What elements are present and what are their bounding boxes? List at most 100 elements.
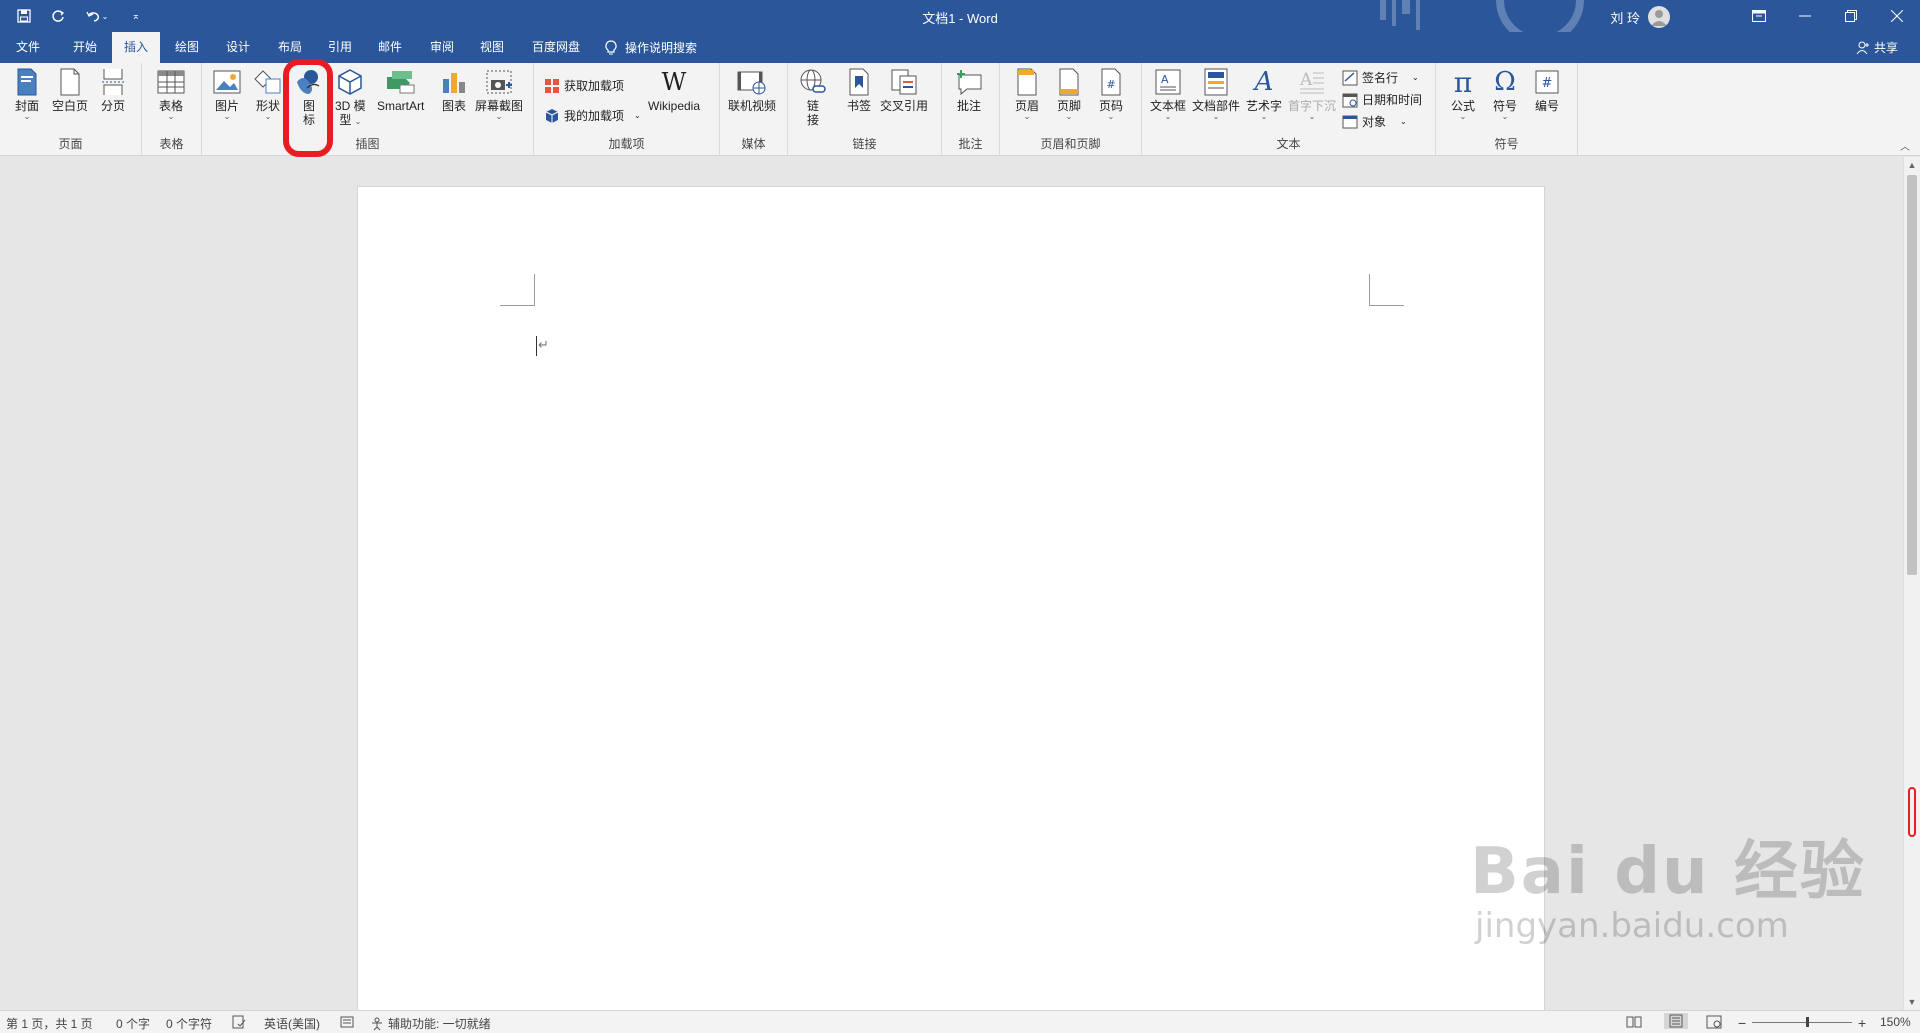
close-icon[interactable] (1874, 0, 1920, 32)
proofing-icon[interactable] (232, 1015, 246, 1029)
signature-icon (1342, 70, 1358, 86)
document-page[interactable]: ↵ (357, 186, 1545, 1016)
restore-icon[interactable] (1828, 0, 1874, 32)
symbol-button[interactable]: Ω 符号 ⌄ (1490, 67, 1520, 121)
group-links: 链接 书签 交叉引用 链接 (788, 63, 942, 155)
footer-icon (1054, 67, 1084, 97)
print-layout-icon[interactable] (1664, 1013, 1688, 1029)
tab-baidu-netdisk[interactable]: 百度网盘 (526, 32, 586, 63)
link-button[interactable]: 链接 (798, 67, 828, 127)
icons-highlight-annotation (283, 59, 333, 157)
calendar-icon (1342, 92, 1358, 108)
tab-review[interactable]: 审阅 (422, 32, 462, 63)
zoom-slider[interactable] (1752, 1022, 1852, 1023)
char-count[interactable]: 0 个字符 (166, 1015, 212, 1032)
zoom-level[interactable]: 150% (1880, 1015, 1911, 1029)
chart-button[interactable]: 图表 (439, 67, 469, 113)
globe-link-icon (798, 67, 828, 97)
tell-me-label: 操作说明搜索 (625, 41, 698, 55)
share-button[interactable]: 共享 (1856, 32, 1898, 63)
blank-page-button[interactable]: 空白页 (52, 67, 88, 113)
scroll-up-icon[interactable]: ▲ (1904, 157, 1920, 173)
group-comments: 批注 批注 (942, 63, 1000, 155)
word-count[interactable]: 0 个字 (116, 1015, 150, 1032)
tab-insert[interactable]: 插入 (112, 32, 160, 63)
svg-text:A: A (1299, 70, 1313, 90)
tab-mailings[interactable]: 邮件 (370, 32, 410, 63)
page-count[interactable]: 第 1 页，共 1 页 (6, 1015, 93, 1032)
bookmark-button[interactable]: 书签 (844, 67, 874, 113)
equation-button[interactable]: π 公式 ⌄ (1448, 66, 1478, 121)
cross-reference-label: 交叉引用 (880, 99, 929, 113)
3d-models-button[interactable]: 3D 模型 ⌄ (335, 67, 366, 127)
avatar[interactable] (1648, 6, 1670, 28)
vertical-scrollbar[interactable]: ▲ ▼ (1903, 157, 1920, 1010)
collapse-ribbon-icon[interactable]: ︿ (1900, 138, 1910, 153)
zoom-out-icon[interactable]: − (1738, 1015, 1746, 1031)
smartart-icon (386, 67, 416, 97)
tab-draw[interactable]: 绘图 (167, 32, 207, 63)
page-number-label: 页码 (1098, 99, 1123, 113)
table-button[interactable]: 表格 ⌄ (156, 67, 186, 121)
wordart-button[interactable]: A 艺术字 ⌄ (1246, 67, 1282, 121)
accessibility-status[interactable]: 辅助功能: 一切就绪 (370, 1015, 491, 1032)
online-video-button[interactable]: 联机视频 (728, 67, 776, 113)
zoom-in-icon[interactable]: + (1858, 1015, 1866, 1031)
svg-text:#: # (1106, 78, 1115, 91)
macro-icon[interactable] (340, 1015, 354, 1029)
dropcap-button[interactable]: A 首字下沉 ⌄ (1288, 67, 1336, 121)
title-bar: ⌄ ⌅ 文档1 - Word 刘 玲 (0, 0, 1920, 32)
read-mode-icon[interactable] (1626, 1015, 1642, 1029)
tell-me-search[interactable]: 操作说明搜索 (605, 32, 697, 63)
get-addins-label: 获取加载项 (564, 79, 625, 93)
page-break-icon (98, 67, 128, 97)
cover-page-icon (12, 67, 42, 97)
comment-icon (954, 67, 984, 97)
quick-parts-button[interactable]: 文档部件 ⌄ (1192, 67, 1240, 121)
wikipedia-button[interactable]: W Wikipedia (648, 67, 700, 113)
signature-line-label: 签名行 (1362, 71, 1399, 85)
equation-label: 公式 (1450, 99, 1475, 113)
zoom-slider-thumb[interactable] (1806, 1017, 1809, 1027)
object-icon (1342, 114, 1358, 130)
tab-home[interactable]: 开始 (65, 32, 105, 63)
numbering-button[interactable]: # 编号 (1532, 67, 1562, 113)
table-icon (156, 67, 186, 97)
textbox-button[interactable]: A 文本框 ⌄ (1150, 67, 1186, 121)
baidu-watermark: Bai du 经验 jingyan.baidu.com (1470, 820, 1866, 946)
screenshot-button[interactable]: 屏幕截图 ⌄ (475, 67, 523, 121)
footer-button[interactable]: 页脚 ⌄ (1054, 67, 1084, 121)
tab-references[interactable]: 引用 (320, 32, 360, 63)
tab-view[interactable]: 视图 (472, 32, 512, 63)
my-addins-button[interactable]: 我的加载项 ⌄ (544, 107, 641, 124)
smartart-button[interactable]: SmartArt (377, 67, 424, 113)
accessibility-icon (372, 1017, 382, 1030)
tab-file[interactable]: 文件 (10, 32, 46, 63)
new-comment-button[interactable]: 批注 (954, 67, 984, 113)
page-break-button[interactable]: 分页 (98, 67, 128, 113)
object-button[interactable]: 对象 ⌄ (1342, 113, 1407, 130)
cross-reference-button[interactable]: 交叉引用 (880, 67, 928, 113)
header-button[interactable]: 页眉 ⌄ (1012, 67, 1042, 121)
link-label-line2: 接 (806, 113, 819, 127)
tab-design[interactable]: 设计 (218, 32, 258, 63)
account-area[interactable]: 刘 玲 (1610, 6, 1670, 28)
language[interactable]: 英语(美国) (264, 1015, 320, 1032)
minimize-icon[interactable] (1782, 0, 1828, 32)
cross-reference-icon (889, 67, 919, 97)
web-layout-icon[interactable] (1706, 1015, 1722, 1029)
scroll-down-icon[interactable]: ▼ (1904, 994, 1920, 1010)
omega-icon: Ω (1494, 67, 1516, 97)
date-time-button[interactable]: 日期和时间 (1342, 91, 1422, 108)
shapes-button[interactable]: 形状 ⌄ (253, 67, 283, 121)
pictures-button[interactable]: 图片 ⌄ (212, 67, 242, 121)
textbox-icon: A (1153, 67, 1183, 97)
scroll-thumb[interactable] (1907, 175, 1917, 575)
cover-page-button[interactable]: 封面 ⌄ (12, 67, 42, 121)
header-label: 页眉 (1014, 99, 1039, 113)
ribbon-display-icon[interactable] (1736, 0, 1782, 32)
textbox-label: 文本框 (1150, 99, 1187, 113)
page-number-button[interactable]: # 页码 ⌄ (1096, 67, 1126, 121)
signature-line-button[interactable]: 签名行 ⌄ (1342, 69, 1419, 86)
get-addins-button[interactable]: 获取加载项 (544, 77, 624, 94)
